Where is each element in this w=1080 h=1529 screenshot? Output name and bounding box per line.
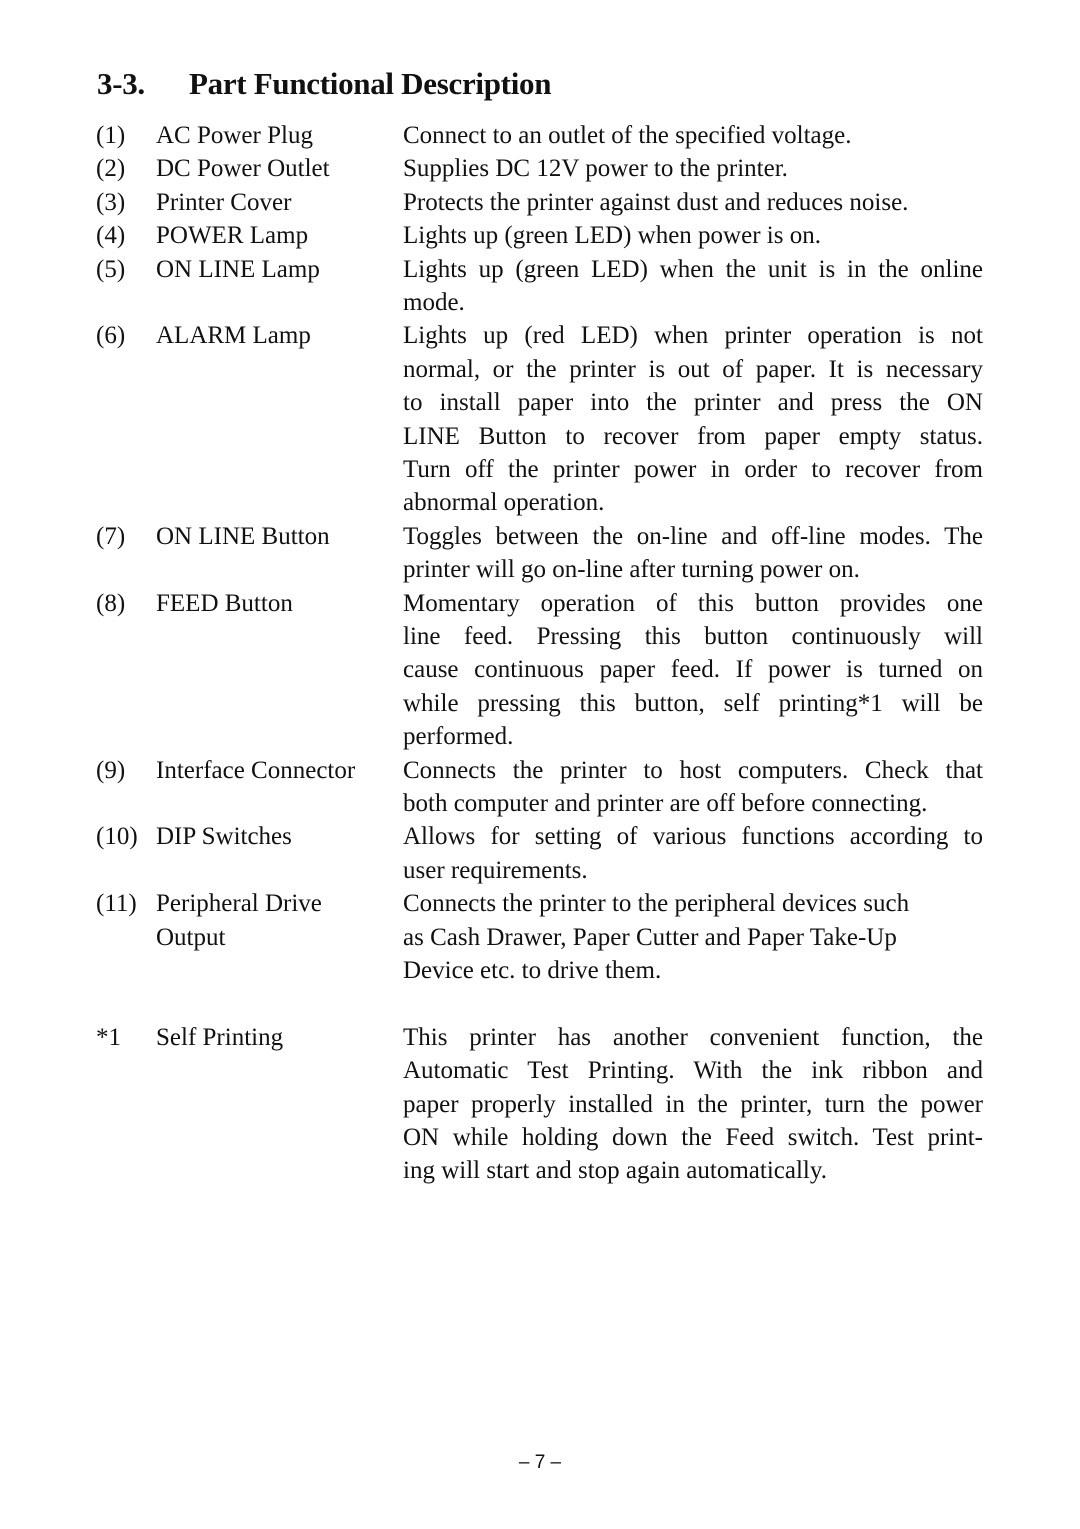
entry-description-line: Turn off the printer power in order to r…: [403, 456, 983, 483]
entry-description-line: both computer and printer are off before…: [403, 790, 928, 817]
section-heading: 3-3. Part Functional Description: [97, 66, 551, 102]
entry-index: (7): [96, 522, 126, 550]
entry-description-line: cause continuous paper feed. If power is…: [403, 656, 983, 684]
entry-description-line: Connect to an outlet of the specified vo…: [403, 122, 852, 149]
entry-name: ALARM Lamp: [156, 322, 311, 350]
entry-description-line: Protects the printer against dust and re…: [403, 188, 909, 216]
entry-description-line: Lights up (red LED) when printer operati…: [403, 322, 983, 350]
entry-description-line: performed.: [403, 723, 514, 751]
entry-index: (2): [96, 155, 126, 183]
entry-description-line: normal, or the printer is out of paper. …: [403, 355, 983, 383]
entry-index: (1): [96, 122, 126, 149]
entry-description-line: LINE Button to recover from paper empty …: [403, 422, 983, 450]
entry-description-line: mode.: [403, 289, 465, 316]
entry-name: Interface Connector: [156, 756, 356, 784]
entry-name: FEED Button: [156, 589, 293, 617]
entry-index: (11): [96, 890, 137, 918]
entry-description-line: user requirements.: [403, 856, 588, 884]
entry-description-line: abnormal operation.: [403, 489, 605, 517]
entry-description-line: printer will go on-line after turning po…: [403, 556, 860, 584]
entry-description-line: paper properly installed in the printer,…: [403, 1090, 983, 1118]
entry-name: Self Printing: [156, 1023, 284, 1051]
entry-description-line: while pressing this button, self printin…: [403, 689, 983, 717]
entry-name: Peripheral Drive: [156, 890, 322, 918]
page-number: – 7 –: [518, 1452, 562, 1473]
entry-description-line: Lights up (green LED) when the unit is i…: [403, 255, 983, 283]
entry-description-line: Automatic Test Printing. With the ink ri…: [403, 1057, 983, 1085]
entry-description-line: Connects the printer to the peripheral d…: [403, 890, 910, 918]
entry-description-line: Lights up (green LED) when power is on.: [403, 222, 821, 250]
entry-description-line: to install paper into the printer and pr…: [403, 389, 983, 417]
entry-index: *1: [96, 1023, 121, 1051]
entry-name: Output: [156, 923, 226, 951]
entry-index: (4): [96, 222, 126, 250]
entry-name: ON LINE Button: [156, 522, 330, 550]
entry-index: (6): [96, 322, 126, 350]
entry-name: DC Power Outlet: [156, 155, 330, 183]
entry-index: (9): [96, 756, 126, 784]
entry-name: POWER Lamp: [156, 222, 309, 250]
entry-name: Printer Cover: [156, 188, 292, 216]
entry-index: (10): [96, 823, 138, 851]
entry-name: ON LINE Lamp: [156, 255, 320, 283]
entry-index: (8): [96, 589, 126, 617]
entry-description-line: Connects the printer to host computers. …: [403, 756, 983, 784]
entry-description-line: Allows for setting of various functions …: [403, 823, 983, 851]
entry-description-line: Supplies DC 12V power to the printer.: [403, 155, 788, 183]
entry-description-line: Momentary operation of this button provi…: [403, 589, 983, 617]
section-title: Part Functional Description: [189, 66, 552, 101]
entry-index: (3): [96, 188, 126, 216]
entry-description-line: This printer has another convenient func…: [403, 1023, 983, 1051]
entry-index: (5): [96, 255, 126, 283]
entry-name: DIP Switches: [156, 823, 292, 851]
entry-description-line: Toggles between the on-line and off-line…: [403, 522, 983, 550]
entry-description-line: line feed. Pressing this button continuo…: [403, 623, 983, 650]
entry-description-line: Device etc. to drive them.: [403, 957, 662, 984]
entry-description-line: ing will start and stop again automatica…: [403, 1157, 827, 1185]
entry-name: AC Power Plug: [156, 122, 313, 149]
entry-description-line: as Cash Drawer, Paper Cutter and Paper T…: [403, 923, 897, 951]
entry-description-line: ON while holding down the Feed switch. T…: [403, 1124, 983, 1151]
section-number: 3-3.: [97, 66, 145, 101]
